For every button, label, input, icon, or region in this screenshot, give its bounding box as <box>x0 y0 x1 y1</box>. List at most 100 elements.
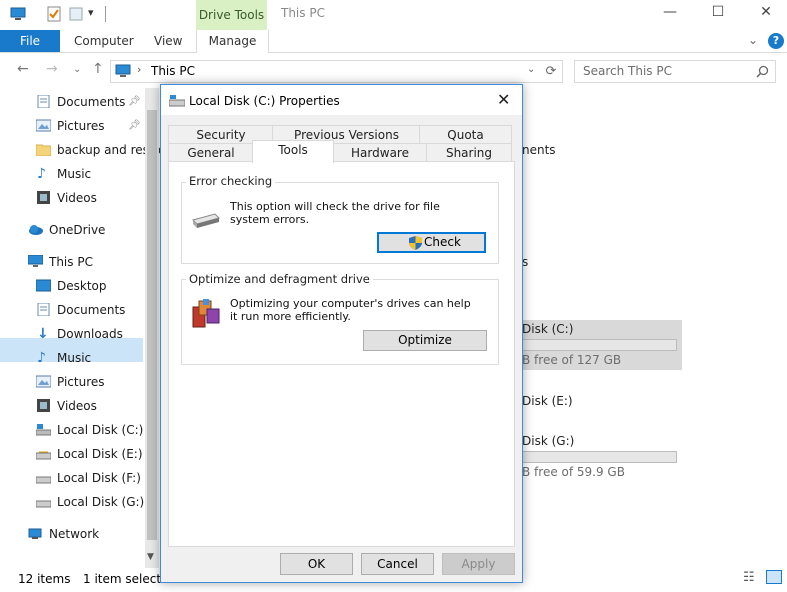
download-arrow-icon: ↓ <box>37 326 49 342</box>
apply-button[interactable]: Apply <box>442 553 515 575</box>
tab-tools[interactable]: Tools <box>252 140 334 163</box>
tab-general[interactable]: General <box>168 143 254 163</box>
drive-icon <box>169 95 185 107</box>
videos-icon <box>37 191 50 204</box>
tools-panel: Error checking This option will check th… <box>168 161 515 547</box>
content-fragment: nents <box>522 143 556 157</box>
sidebar-item-documents[interactable]: Documents <box>36 299 125 321</box>
up-arrow-icon[interactable]: ↑ <box>92 61 104 77</box>
dialog-close-button[interactable]: ✕ <box>497 90 510 109</box>
pin-icon[interactable]: 📌︎ <box>128 96 141 107</box>
sidebar-item-local-disk-e[interactable]: Local Disk (E:) <box>36 443 143 465</box>
maximize-button[interactable]: ☐ <box>706 4 730 20</box>
sidebar-item-label: OneDrive <box>49 223 106 237</box>
optimize-button[interactable]: Optimize <box>363 330 487 351</box>
computer-icon[interactable] <box>10 6 26 22</box>
optimize-label: Optimize and defragment drive <box>186 272 373 286</box>
sidebar-item-music-quick[interactable]: ♪ Music <box>36 163 91 185</box>
sidebar-item-label: Documents <box>57 303 126 317</box>
sidebar-item-documents-pinned[interactable]: Documents <box>36 91 125 113</box>
title-bar: ▾ Drive Tools This PC — ☐ ✕ <box>0 0 787 30</box>
pin-icon[interactable]: 📌︎ <box>128 120 141 131</box>
navigation-pane: Documents 📌︎ Pictures 📌︎ backup and rest… <box>0 88 161 568</box>
optimize-description: Optimizing your computer's drives can he… <box>230 297 471 323</box>
customize-toolbar-icon[interactable]: ▾ <box>88 6 94 19</box>
sidebar-item-pictures[interactable]: Pictures <box>36 371 105 393</box>
sidebar-item-label: Documents <box>57 95 126 109</box>
sidebar-item-label: Music <box>57 167 92 181</box>
tab-manage[interactable]: Manage <box>196 30 269 53</box>
search-icon[interactable] <box>756 65 769 78</box>
drive-c-label: Disk (C:) <box>522 322 574 336</box>
details-view-icon[interactable]: ☷ <box>743 570 755 585</box>
drive-g-free: B free of 59.9 GB <box>522 465 625 479</box>
sidebar-item-local-disk-f[interactable]: Local Disk (F:) <box>36 467 141 489</box>
breadcrumb-chevron-icon: › <box>137 63 142 76</box>
tab-file[interactable]: File <box>0 30 60 52</box>
music-icon: ♪ <box>37 350 46 366</box>
tab-quota[interactable]: Quota <box>419 125 512 145</box>
address-bar[interactable]: › This PC ⌄ <box>110 60 542 83</box>
error-checking-label: Error checking <box>186 174 276 188</box>
sidebar-item-music[interactable]: ♪ Music <box>36 347 91 369</box>
cancel-button[interactable]: Cancel <box>361 553 434 575</box>
help-icon[interactable]: ? <box>768 33 784 49</box>
tab-computer[interactable]: Computer <box>74 30 134 52</box>
sidebar-item-label: This PC <box>49 255 93 269</box>
sidebar-item-local-disk-c[interactable]: Local Disk (C:) <box>36 419 143 441</box>
search-input[interactable]: Search This PC <box>574 60 776 83</box>
sidebar-item-videos-quick[interactable]: Videos <box>36 187 97 209</box>
scroll-down-icon[interactable]: ▼ <box>147 552 154 562</box>
sidebar-item-label: Local Disk (C:) <box>57 423 144 437</box>
sidebar-item-label: Local Disk (E:) <box>57 447 143 461</box>
recent-locations-icon[interactable]: ⌄ <box>73 64 81 75</box>
sidebar-item-label: Network <box>49 527 100 541</box>
sidebar-item-this-pc[interactable]: This PC <box>28 251 93 273</box>
sidebar-item-label: Videos <box>57 191 97 205</box>
sidebar-scrollbar-thumb[interactable] <box>147 110 157 540</box>
videos-icon <box>37 399 50 412</box>
sidebar-item-local-disk-g[interactable]: Local Disk (G:) <box>36 491 144 513</box>
drive-g-label: Disk (G:) <box>522 434 575 448</box>
window-title: This PC <box>281 6 325 20</box>
folder-icon <box>36 144 51 156</box>
sidebar-item-videos[interactable]: Videos <box>36 395 97 417</box>
check-button[interactable]: Check <box>377 232 486 253</box>
refresh-button[interactable]: ⟳ <box>540 60 563 83</box>
address-dropdown-icon[interactable]: ⌄ <box>527 64 535 75</box>
new-folder-icon[interactable] <box>68 6 84 22</box>
sidebar-item-pictures-pinned[interactable]: Pictures <box>36 115 105 137</box>
sidebar-item-downloads[interactable]: ↓ Downloads <box>36 323 123 345</box>
onedrive-icon <box>29 225 43 235</box>
sidebar-item-onedrive[interactable]: OneDrive <box>28 219 105 241</box>
drive-g-usage-bar <box>522 451 677 463</box>
pictures-icon <box>36 375 51 388</box>
properties-icon[interactable] <box>46 6 62 22</box>
pictures-icon <box>36 119 51 132</box>
sidebar-item-desktop[interactable]: Desktop <box>36 275 107 297</box>
sidebar-item-network[interactable]: Network <box>28 523 99 545</box>
forward-arrow-icon[interactable]: → <box>46 61 58 77</box>
tab-view[interactable]: View <box>154 30 182 52</box>
sidebar-item-label: Local Disk (F:) <box>57 471 141 485</box>
dialog-title-bar: Local Disk (C:) Properties ✕ <box>161 85 522 115</box>
expand-ribbon-icon[interactable]: ⌄ <box>748 33 758 47</box>
back-arrow-icon[interactable]: ← <box>17 61 29 77</box>
hard-drive-icon <box>192 213 220 228</box>
tab-sharing[interactable]: Sharing <box>426 143 512 163</box>
sidebar-item-label: Desktop <box>57 279 107 293</box>
drive-e-label: Disk (E:) <box>522 394 573 408</box>
sidebar-item-label: Pictures <box>57 375 105 389</box>
drive-icon <box>36 500 51 508</box>
large-icons-view-icon[interactable] <box>766 570 782 584</box>
close-button[interactable]: ✕ <box>754 4 778 20</box>
check-button-label: Check <box>424 235 461 249</box>
minimize-button[interactable]: — <box>658 4 682 20</box>
tab-hardware[interactable]: Hardware <box>332 143 428 163</box>
sidebar-item-backup-folder[interactable]: backup and resto <box>36 139 161 161</box>
breadcrumb-this-pc[interactable]: This PC <box>151 64 195 78</box>
search-placeholder: Search This PC <box>583 64 672 78</box>
drive-c-free: B free of 127 GB <box>522 353 622 367</box>
ok-button[interactable]: OK <box>280 553 353 575</box>
this-pc-icon <box>115 64 131 77</box>
